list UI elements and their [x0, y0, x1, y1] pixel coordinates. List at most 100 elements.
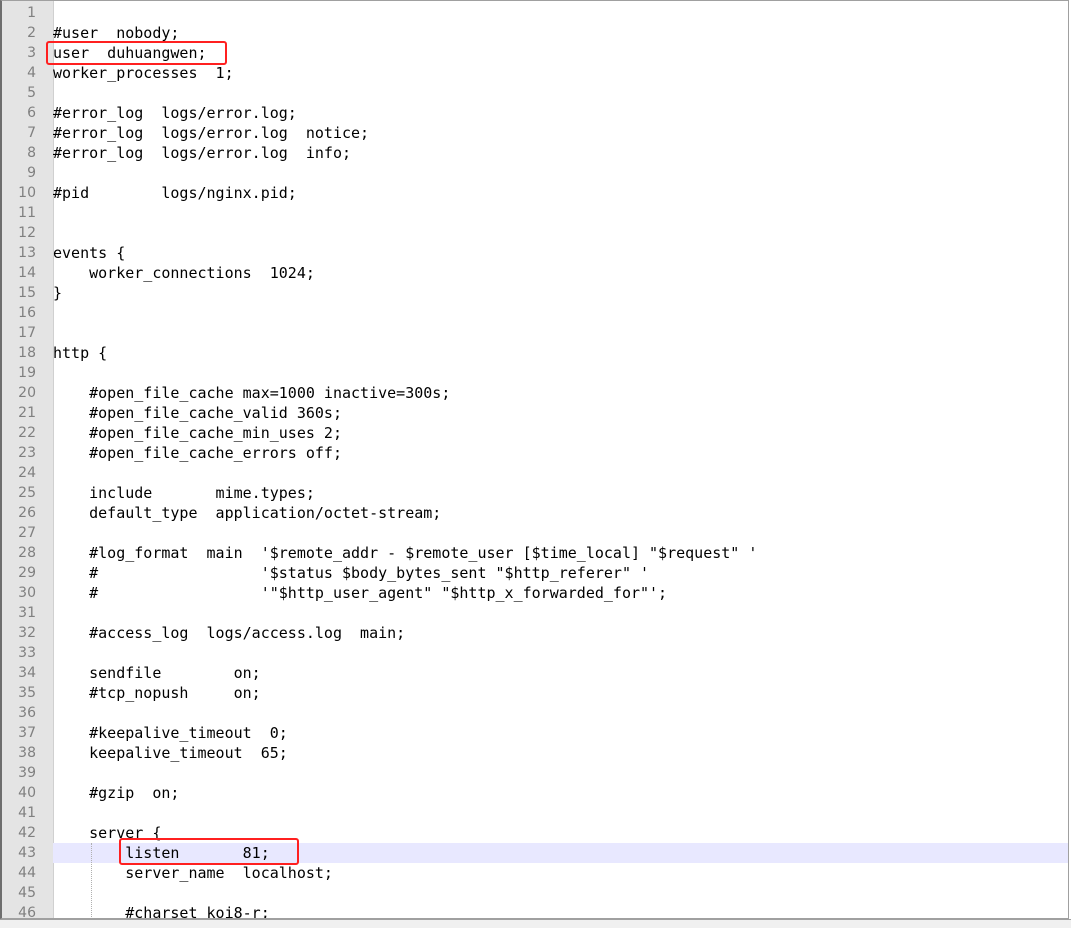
- code-line[interactable]: 32 #access_log logs/access.log main;: [2, 623, 1068, 643]
- line-number: 45: [18, 885, 36, 901]
- line-number: 16: [18, 305, 36, 321]
- code-line[interactable]: 21 #open_file_cache_valid 360s;: [2, 403, 1068, 423]
- code-line[interactable]: 40 #gzip on;: [2, 783, 1068, 803]
- line-text: #error_log logs/error.log info;: [53, 144, 352, 162]
- line-number: 39: [18, 765, 36, 781]
- code-line[interactable]: 30 # '"$http_user_agent" "$http_x_forwar…: [2, 583, 1068, 603]
- code-line[interactable]: 39: [2, 763, 1068, 783]
- line-number: 23: [18, 445, 36, 461]
- line-number: 13: [18, 245, 36, 261]
- line-number: 26: [18, 505, 36, 521]
- code-line[interactable]: 13 events {: [2, 243, 1068, 263]
- line-number: 15: [18, 285, 36, 301]
- code-line[interactable]: 8 #error_log logs/error.log info;: [2, 143, 1068, 163]
- line-number: 21: [18, 405, 36, 421]
- code-line[interactable]: 7 #error_log logs/error.log notice;: [2, 123, 1068, 143]
- code-line[interactable]: 17: [2, 323, 1068, 343]
- line-text: server_name localhost;: [53, 864, 333, 882]
- code-line[interactable]: 11: [2, 203, 1068, 223]
- line-number: 34: [18, 665, 36, 681]
- line-number: 42: [18, 825, 36, 841]
- code-line[interactable]: 24: [2, 463, 1068, 483]
- line-text: #open_file_cache max=1000 inactive=300s;: [53, 384, 451, 402]
- line-number: 30: [18, 585, 36, 601]
- code-line[interactable]: 45: [2, 883, 1068, 903]
- indent-guide: [91, 843, 92, 918]
- line-number: 29: [18, 565, 36, 581]
- code-line[interactable]: 44 server_name localhost;: [2, 863, 1068, 883]
- code-line[interactable]: 1: [2, 3, 1068, 23]
- code-line[interactable]: 41: [2, 803, 1068, 823]
- code-line[interactable]: 20 #open_file_cache max=1000 inactive=30…: [2, 383, 1068, 403]
- code-line[interactable]: 16: [2, 303, 1068, 323]
- line-text: keepalive_timeout 65;: [53, 744, 288, 762]
- line-number: 31: [18, 605, 36, 621]
- line-number: 41: [18, 805, 36, 821]
- line-text: # '$status $body_bytes_sent "$http_refer…: [53, 564, 650, 582]
- code-line[interactable]: 9: [2, 163, 1068, 183]
- line-number: 28: [18, 545, 36, 561]
- line-text: #user nobody;: [53, 24, 180, 42]
- code-line[interactable]: 22 #open_file_cache_min_uses 2;: [2, 423, 1068, 443]
- line-text: # '"$http_user_agent" "$http_x_forwarded…: [53, 584, 668, 602]
- code-editor[interactable]: 1 2 #user nobody; 3 user duhuangwen; 4 worker_…: [0, 0, 1069, 919]
- code-line[interactable]: 10 #pid logs/nginx.pid;: [2, 183, 1068, 203]
- line-text: default_type application/octet-stream;: [53, 504, 442, 522]
- line-number: 17: [18, 325, 36, 341]
- line-number: 5: [27, 85, 36, 101]
- code-line[interactable]: 35 #tcp_nopush on;: [2, 683, 1068, 703]
- code-line[interactable]: 6 #error_log logs/error.log;: [2, 103, 1068, 123]
- line-text: #open_file_cache_errors off;: [53, 444, 342, 462]
- code-line[interactable]: 25 include mime.types;: [2, 483, 1068, 503]
- code-line[interactable]: 23 #open_file_cache_errors off;: [2, 443, 1068, 463]
- code-line[interactable]: 34 sendfile on;: [2, 663, 1068, 683]
- code-line[interactable]: 19: [2, 363, 1068, 383]
- line-number: 37: [18, 725, 36, 741]
- code-line[interactable]: 12: [2, 223, 1068, 243]
- code-line[interactable]: 26 default_type application/octet-stream…: [2, 503, 1068, 523]
- code-line[interactable]: 33: [2, 643, 1068, 663]
- code-line[interactable]: 37 #keepalive_timeout 0;: [2, 723, 1068, 743]
- code-line[interactable]: 14 worker_connections 1024;: [2, 263, 1068, 283]
- line-number: 32: [18, 625, 36, 641]
- line-number: 38: [18, 745, 36, 761]
- line-number: 7: [27, 125, 36, 141]
- line-text: worker_connections 1024;: [53, 264, 315, 282]
- code-line[interactable]: 18 http {: [2, 343, 1068, 363]
- code-line[interactable]: 38 keepalive_timeout 65;: [2, 743, 1068, 763]
- line-number: 22: [18, 425, 36, 441]
- code-line[interactable]: 15}: [2, 283, 1068, 303]
- code-line[interactable]: 4 worker_processes 1;: [2, 63, 1068, 83]
- line-number: 36: [18, 705, 36, 721]
- line-number: 2: [27, 25, 36, 41]
- line-text: #open_file_cache_valid 360s;: [53, 404, 342, 422]
- highlight-box-user: [46, 41, 227, 65]
- line-number: 40: [18, 785, 36, 801]
- line-number: 9: [27, 165, 36, 181]
- line-number: 27: [18, 525, 36, 541]
- code-line[interactable]: 29 # '$status $body_bytes_sent "$http_re…: [2, 563, 1068, 583]
- code-line[interactable]: 36: [2, 703, 1068, 723]
- code-line[interactable]: 28 #log_format main '$remote_addr - $rem…: [2, 543, 1068, 563]
- line-text: #access_log logs/access.log main;: [53, 624, 406, 642]
- line-number: 6: [27, 105, 36, 121]
- line-number: 35: [18, 685, 36, 701]
- line-number: 44: [18, 865, 36, 881]
- code-line[interactable]: 27: [2, 523, 1068, 543]
- line-number: 20: [18, 385, 36, 401]
- code-line[interactable]: 31: [2, 603, 1068, 623]
- line-text: #keepalive_timeout 0;: [53, 724, 288, 742]
- line-text: #charset koi8-r;: [53, 904, 270, 919]
- highlight-box-listen: [119, 838, 299, 865]
- line-number: 43: [18, 845, 36, 861]
- line-text: }: [53, 284, 63, 302]
- code-line[interactable]: 2 #user nobody;: [2, 23, 1068, 43]
- code-line[interactable]: 46 #charset koi8-r;: [2, 903, 1068, 919]
- line-text: events {: [53, 244, 126, 262]
- line-text: #log_format main '$remote_addr - $remote…: [53, 544, 758, 562]
- line-number: 1: [27, 5, 36, 21]
- line-number: 8: [27, 145, 36, 161]
- code-line[interactable]: 5: [2, 83, 1068, 103]
- line-text: #error_log logs/error.log notice;: [53, 124, 370, 142]
- line-number: 4: [27, 65, 36, 81]
